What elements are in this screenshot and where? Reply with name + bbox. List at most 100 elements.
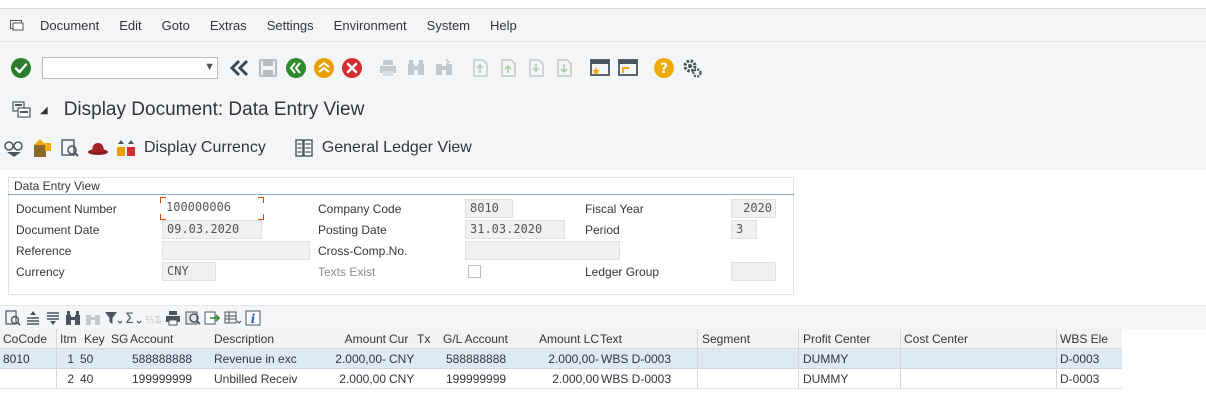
fiscal-year-field[interactable]: 2020: [731, 199, 776, 218]
sort-descending-icon[interactable]: [44, 309, 62, 327]
find-icon[interactable]: [404, 56, 428, 80]
next-page-icon[interactable]: [524, 56, 548, 80]
print-preview-icon[interactable]: [184, 309, 202, 327]
document-date-field[interactable]: 09.03.2020: [162, 220, 262, 239]
customize-icon[interactable]: [680, 56, 704, 80]
ledger-group-field[interactable]: [731, 262, 776, 281]
grid-toolbar: Σ ½Σ i: [0, 305, 1206, 329]
menu-extras[interactable]: Extras: [210, 18, 247, 33]
find-next-icon[interactable]: [432, 56, 456, 80]
create-session-icon[interactable]: [588, 56, 612, 80]
texts-exist-checkbox[interactable]: [468, 265, 481, 278]
print-icon[interactable]: [376, 56, 400, 80]
menu-goto[interactable]: Goto: [162, 18, 190, 33]
cell-amount-lc: 2.000,00-: [548, 352, 599, 366]
subtotal-icon[interactable]: ½Σ: [144, 309, 162, 327]
previous-page-icon[interactable]: [496, 56, 520, 80]
help-icon[interactable]: ?: [652, 56, 676, 80]
display-other-document-icon[interactable]: [3, 137, 25, 159]
column-separator[interactable]: [697, 329, 698, 349]
column-header-cost-center[interactable]: Cost Center: [904, 329, 1054, 349]
column-header-cocode[interactable]: CoCode: [3, 329, 47, 349]
hat-icon[interactable]: [87, 137, 109, 159]
menu-settings[interactable]: Settings: [267, 18, 314, 33]
filter-icon[interactable]: [104, 309, 122, 327]
company-code-label: Company Code: [318, 202, 402, 216]
sort-ascending-icon[interactable]: [24, 309, 42, 327]
column-header-cur[interactable]: Cur: [389, 329, 415, 349]
find-icon[interactable]: [64, 309, 82, 327]
shortcut-icon[interactable]: [616, 56, 640, 80]
general-ledger-view-button[interactable]: General Ledger View: [322, 139, 472, 157]
cancel-icon[interactable]: [340, 56, 364, 80]
column-separator[interactable]: [798, 329, 799, 349]
column-header-gl-account[interactable]: G/L Account: [443, 329, 529, 349]
column-separator[interactable]: [1056, 329, 1057, 349]
menu-bar: Document Edit Goto Extras Settings Envir…: [0, 8, 1206, 42]
command-field[interactable]: ▼: [42, 57, 218, 79]
menu-icon[interactable]: [10, 19, 24, 31]
reference-field[interactable]: [162, 241, 310, 260]
save-icon[interactable]: [256, 56, 280, 80]
period-field[interactable]: 3: [731, 220, 757, 239]
column-header-itm[interactable]: Itm: [60, 329, 82, 349]
column-header-key[interactable]: Key: [84, 329, 108, 349]
currency-field[interactable]: CNY: [162, 262, 216, 281]
menu-edit[interactable]: Edit: [119, 18, 141, 33]
system-toolbar: ▼ ?: [0, 42, 1206, 94]
menu-system[interactable]: System: [427, 18, 470, 33]
cell-text: WBS D-0003: [601, 352, 672, 366]
menu-document[interactable]: Document: [40, 18, 99, 33]
cell-amount-lc: 2.000,00: [552, 372, 599, 386]
details-icon[interactable]: [4, 309, 22, 327]
chevron-down-icon[interactable]: ▼: [204, 61, 215, 73]
layout-icon[interactable]: [224, 309, 242, 327]
document-date-label: Document Date: [16, 223, 100, 237]
column-header-wbs-element[interactable]: WBS Ele: [1060, 329, 1120, 349]
column-separator: [697, 369, 698, 389]
cell-description: Unbilled Receiv: [214, 372, 298, 386]
exit-icon[interactable]: [312, 56, 336, 80]
cross-comp-label: Cross-Comp.No.: [318, 244, 408, 258]
column-header-text[interactable]: Text: [600, 329, 696, 349]
total-icon[interactable]: Σ: [124, 309, 142, 327]
export-icon[interactable]: [204, 309, 222, 327]
column-separator[interactable]: [56, 329, 57, 349]
table-row[interactable]: 2 40 199999999 Unbilled Receiv 2.000,00 …: [0, 369, 1122, 389]
column-header-segment[interactable]: Segment: [702, 329, 796, 349]
column-header-sg[interactable]: SG: [111, 329, 129, 349]
column-header-amount[interactable]: Amount: [316, 329, 386, 349]
cell-profit-center: DUMMY: [803, 352, 849, 366]
column-header-description[interactable]: Description: [214, 329, 314, 349]
display-currency-icon[interactable]: [115, 137, 137, 159]
display-line-icon[interactable]: [59, 137, 81, 159]
table-row[interactable]: 8010 1 50 588888888 Revenue in exc 2.000…: [0, 349, 1122, 369]
cell-gl-account: 588888888: [446, 352, 507, 366]
column-header-profit-center[interactable]: Profit Center: [803, 329, 899, 349]
column-header-amount-lc[interactable]: Amount LC: [527, 329, 599, 349]
back-icon[interactable]: [284, 56, 308, 80]
posting-date-field[interactable]: 31.03.2020: [465, 220, 565, 239]
chevron-down-icon[interactable]: ◢: [40, 105, 48, 116]
menu-environment[interactable]: Environment: [334, 18, 407, 33]
enter-icon[interactable]: [10, 57, 32, 79]
cross-comp-field[interactable]: [465, 241, 620, 260]
general-ledger-view-icon[interactable]: [293, 137, 315, 159]
first-page-icon[interactable]: [468, 56, 492, 80]
document-header-icon[interactable]: [31, 137, 53, 159]
screen-menu-icon[interactable]: [12, 100, 34, 120]
print-icon[interactable]: [164, 309, 182, 327]
cell-sg: [111, 349, 129, 369]
company-code-field[interactable]: 8010: [465, 199, 513, 218]
column-header-account[interactable]: Account: [130, 329, 208, 349]
back-double-icon[interactable]: [228, 56, 252, 80]
info-icon[interactable]: i: [244, 309, 262, 327]
column-separator[interactable]: [900, 329, 901, 349]
column-header-tx[interactable]: Tx: [417, 329, 439, 349]
document-number-field[interactable]: 100000006: [162, 199, 262, 218]
display-currency-button[interactable]: Display Currency: [144, 139, 266, 157]
menu-help[interactable]: Help: [490, 18, 517, 33]
find-next-icon[interactable]: [84, 309, 102, 327]
column-separator: [1056, 349, 1057, 369]
last-page-icon[interactable]: [552, 56, 576, 80]
